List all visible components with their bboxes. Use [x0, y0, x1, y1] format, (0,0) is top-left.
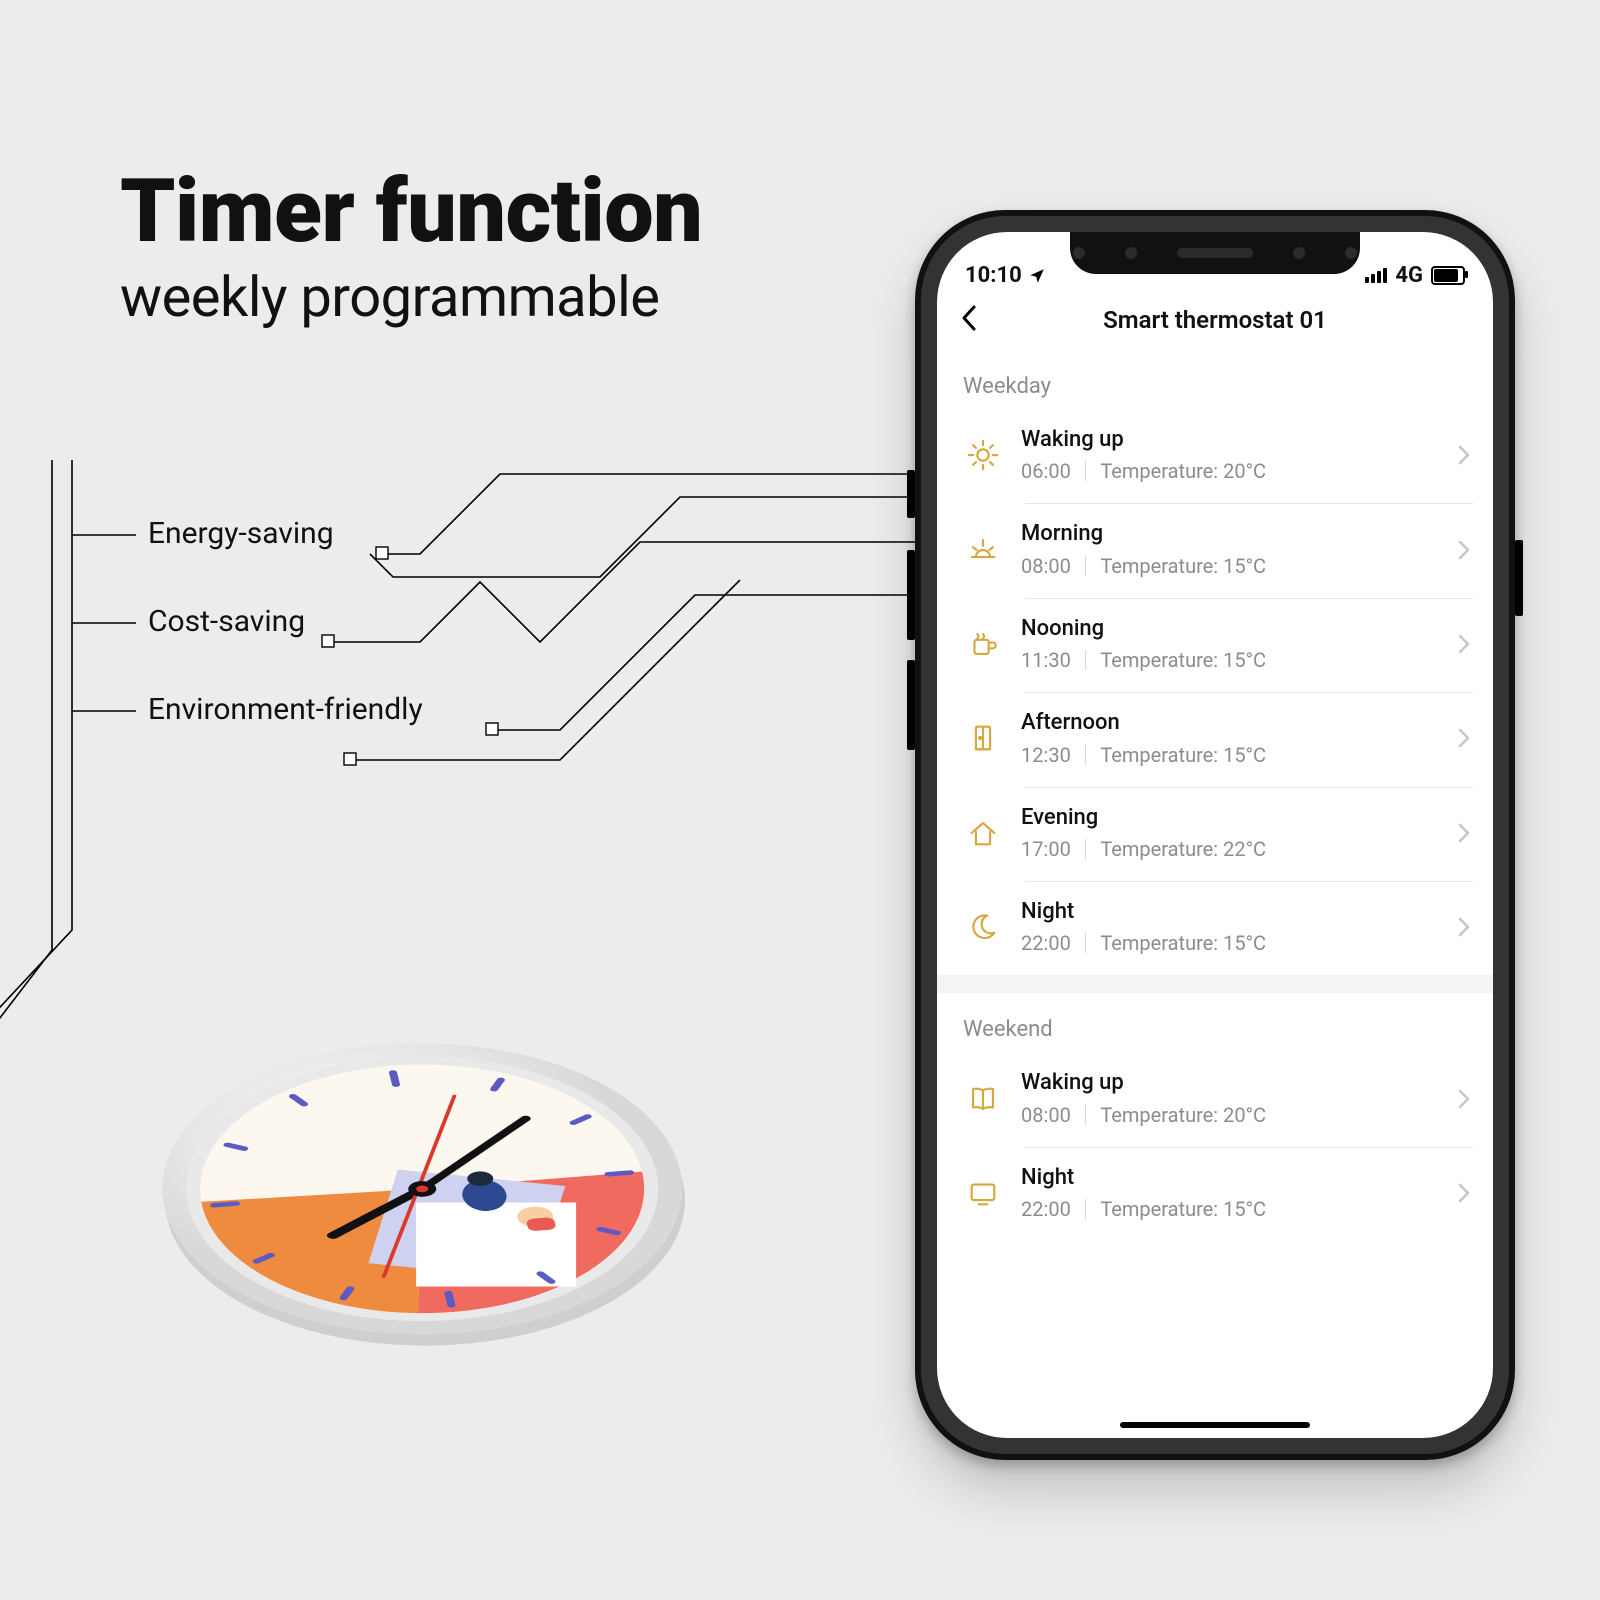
chevron-right-icon	[1457, 633, 1471, 655]
chevron-left-icon	[959, 304, 981, 332]
schedule-temp: Temperature: 15°C	[1100, 931, 1266, 955]
moon-icon	[963, 907, 1003, 947]
schedule-label: Afternoon	[1021, 710, 1439, 736]
schedule-time: 22:00	[1021, 931, 1071, 955]
volume-down-button	[907, 660, 915, 750]
schedule-row[interactable]: Night 22:00 Temperature: 15°C	[937, 881, 1493, 975]
chevron-right-icon	[1457, 1182, 1471, 1204]
schedule-temp: Temperature: 15°C	[1100, 1197, 1266, 1221]
feature-item: Environment-friendly	[148, 666, 423, 754]
chevron-right-icon	[1457, 916, 1471, 938]
mug-icon	[963, 624, 1003, 664]
feature-item: Cost-saving	[148, 578, 423, 666]
chevron-right-icon	[1457, 539, 1471, 561]
feature-item: Energy-saving	[148, 490, 423, 578]
schedule-row[interactable]: Night 22:00 Temperature: 15°C	[937, 1147, 1493, 1241]
schedule-temp: Temperature: 15°C	[1100, 743, 1266, 767]
signal-icon	[1365, 268, 1387, 283]
headline-block: Timer function weekly programmable	[120, 170, 702, 330]
schedule-label: Night	[1021, 899, 1439, 925]
back-button[interactable]	[959, 304, 981, 336]
book-icon	[963, 1079, 1003, 1119]
tv-icon	[963, 1173, 1003, 1213]
battery-icon	[1431, 266, 1465, 285]
schedule-time: 08:00	[1021, 1103, 1071, 1127]
schedule-row[interactable]: Nooning 11:30 Temperature: 15°C	[937, 598, 1493, 692]
phone-notch	[1070, 232, 1360, 274]
feature-list: Energy-saving Cost-saving Environment-fr…	[148, 490, 423, 754]
page-title: Timer function	[120, 170, 702, 254]
schedule-label: Waking up	[1021, 1070, 1439, 1096]
schedule-label: Waking up	[1021, 427, 1439, 453]
schedule-temp: Temperature: 15°C	[1100, 648, 1266, 672]
location-icon	[1028, 267, 1046, 285]
schedule-temp: Temperature: 15°C	[1100, 554, 1266, 578]
schedule-temp: Temperature: 20°C	[1100, 1103, 1266, 1127]
status-network: 4G	[1395, 263, 1423, 288]
schedule-time: 08:00	[1021, 554, 1071, 578]
page-subtitle: weekly programmable	[120, 264, 702, 330]
schedule-time: 22:00	[1021, 1197, 1071, 1221]
chevron-right-icon	[1457, 822, 1471, 844]
door-icon	[963, 718, 1003, 758]
schedule-time: 17:00	[1021, 837, 1071, 861]
schedule-time: 12:30	[1021, 743, 1071, 767]
schedule-row[interactable]: Waking up 06:00 Temperature: 20°C	[937, 409, 1493, 503]
schedule-temp: Temperature: 20°C	[1100, 459, 1266, 483]
schedule-row[interactable]: Waking up 08:00 Temperature: 20°C	[937, 1052, 1493, 1146]
mute-switch	[907, 470, 915, 518]
schedule-label: Night	[1021, 1165, 1439, 1191]
screen-title: Smart thermostat 01	[1103, 306, 1327, 334]
section-title: Weekday	[937, 350, 1493, 409]
schedule-row[interactable]: Evening 17:00 Temperature: 22°C	[937, 787, 1493, 881]
volume-up-button	[907, 550, 915, 640]
chevron-right-icon	[1457, 444, 1471, 466]
nav-header: Smart thermostat 01	[937, 290, 1493, 350]
home-icon	[963, 813, 1003, 853]
sunrise-icon	[963, 530, 1003, 570]
home-indicator[interactable]	[1120, 1422, 1310, 1428]
sun-icon	[963, 435, 1003, 475]
schedule-label: Evening	[1021, 805, 1439, 831]
schedule-label: Nooning	[1021, 616, 1439, 642]
section-title: Weekend	[937, 993, 1493, 1052]
chevron-right-icon	[1457, 727, 1471, 749]
schedule-label: Morning	[1021, 521, 1439, 547]
power-button	[1515, 540, 1523, 616]
schedule-row[interactable]: Afternoon 12:30 Temperature: 15°C	[937, 692, 1493, 786]
schedule-temp: Temperature: 22°C	[1100, 837, 1266, 861]
phone-mockup: 10:10 4G Smart thermostat 01 Weekday	[915, 210, 1515, 1460]
schedule-row[interactable]: Morning 08:00 Temperature: 15°C	[937, 503, 1493, 597]
schedule-time: 11:30	[1021, 648, 1071, 672]
clock-illustration	[110, 995, 740, 1415]
status-time: 10:10	[965, 263, 1022, 288]
chevron-right-icon	[1457, 1088, 1471, 1110]
schedule-time: 06:00	[1021, 459, 1071, 483]
